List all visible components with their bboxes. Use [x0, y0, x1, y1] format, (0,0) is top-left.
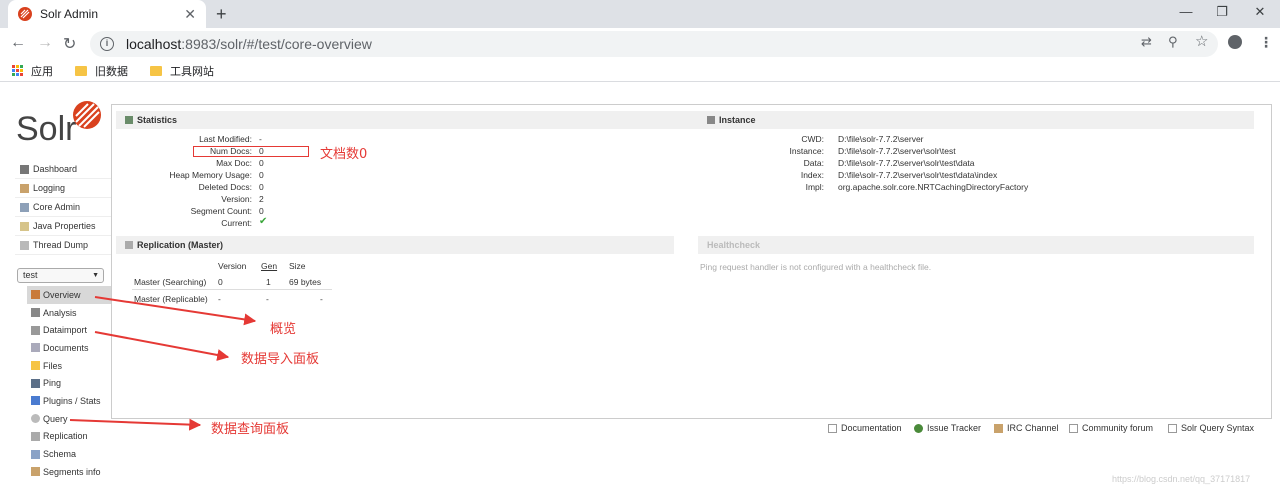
arrow-dataimport — [94, 331, 230, 361]
watermark: https://blog.csdn.net/qq_37171817 — [1112, 474, 1251, 484]
arrow-overview — [94, 296, 257, 326]
annotation-arrows — [69, 296, 257, 431]
arrow-query — [69, 418, 202, 431]
